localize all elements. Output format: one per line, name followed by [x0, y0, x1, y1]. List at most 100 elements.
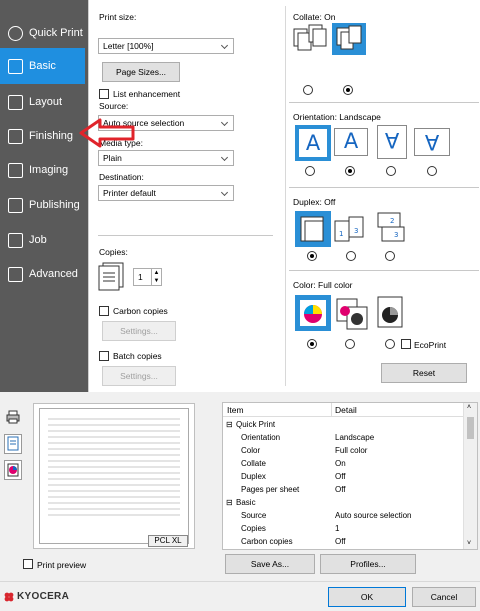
reset-button[interactable]: Reset — [381, 363, 467, 383]
document-icon[interactable] — [4, 434, 22, 454]
landscape-rotated-icon[interactable]: A — [414, 128, 450, 156]
grid-icon — [8, 94, 23, 110]
sidebar-item-quick-print[interactable]: Quick Print — [0, 15, 88, 51]
basic-settings-panel: Print size: Letter [100%] Page Sizes... … — [88, 0, 480, 392]
table-cell-detail: 1 — [335, 524, 340, 533]
full-color-radio[interactable] — [307, 339, 317, 349]
color-icon[interactable] — [4, 460, 22, 480]
sidebar-item-layout[interactable]: Layout — [0, 84, 88, 120]
table-cell-item: Duplex — [241, 472, 266, 481]
red-arrow-annotation — [79, 118, 135, 148]
portrait-icon[interactable]: A — [295, 125, 331, 161]
document-icon — [8, 58, 23, 74]
duplex-off-radio[interactable] — [307, 251, 317, 261]
sidebar-item-basic[interactable]: Basic — [0, 48, 85, 84]
duplex-short-edge-icon[interactable]: 2 3 — [372, 211, 408, 247]
batch-copies-checkbox[interactable] — [99, 351, 109, 361]
pdl-badge: PCL XL — [148, 535, 188, 547]
print-preview-checkbox[interactable] — [23, 559, 33, 569]
scroll-up-icon[interactable]: ˄ — [467, 404, 471, 411]
ecoprint-checkbox[interactable] — [401, 339, 411, 349]
table-cell-item: Basic — [236, 498, 256, 507]
scrollbar-thumb[interactable] — [467, 417, 474, 439]
divider — [289, 102, 479, 103]
destination-select[interactable]: Printer default — [98, 185, 234, 201]
column-header-detail[interactable]: Detail — [335, 405, 357, 415]
minus-icon: ⊟ — [226, 498, 233, 507]
auto-color-radio[interactable] — [345, 339, 355, 349]
brand-logo: KYOCERA — [4, 591, 69, 602]
duplex-long-edge-icon[interactable]: 1 3 — [333, 211, 369, 247]
copies-stepper[interactable]: 1 ▲ ▼ — [133, 268, 162, 286]
settings-summary-table: Item Detail ⊟ Quick Print Orientation Land… — [222, 402, 478, 550]
page-sizes-button[interactable]: Page Sizes... — [102, 62, 180, 82]
ok-button[interactable]: OK — [328, 587, 406, 607]
collate-off-radio[interactable] — [303, 85, 313, 95]
duplex-off-icon[interactable] — [295, 211, 331, 247]
orientation-portrait-radio[interactable] — [305, 166, 315, 176]
sidebar-item-finishing[interactable]: Finishing — [0, 118, 88, 154]
sidebar: Quick Print Basic Layout Finishing Imagi… — [0, 0, 88, 392]
collate-on-icon[interactable] — [332, 23, 366, 55]
sidebar-item-job[interactable]: Job — [0, 222, 88, 258]
color-label: Color: Full color — [293, 280, 353, 290]
duplex-short-edge-radio[interactable] — [385, 251, 395, 261]
scroll-down-icon[interactable]: ˅ — [467, 540, 471, 547]
print-size-label: Print size: — [99, 12, 137, 22]
black-and-white-icon[interactable] — [376, 295, 406, 331]
table-group-row[interactable]: ⊟ Quick Print — [223, 420, 463, 432]
table-header: Item Detail — [223, 403, 463, 417]
collate-label: Collate: On — [293, 12, 336, 22]
landscape-icon[interactable]: A — [334, 128, 368, 156]
sidebar-item-label: Advanced — [29, 268, 78, 280]
sidebar-item-label: Basic — [29, 60, 56, 72]
batch-settings-button[interactable]: Settings... — [102, 366, 176, 386]
sidebar-item-publishing[interactable]: Publishing — [0, 187, 88, 223]
column-header-item[interactable]: Item — [227, 405, 244, 415]
cancel-button[interactable]: Cancel — [412, 587, 476, 607]
collate-on-radio[interactable] — [343, 85, 353, 95]
orientation-portrait-rotated-radio[interactable] — [386, 166, 396, 176]
book-icon — [8, 197, 23, 213]
destination-label: Destination: — [99, 172, 144, 182]
svg-text:3: 3 — [354, 227, 358, 235]
table-cell-detail: Off — [335, 472, 346, 481]
duplex-long-edge-radio[interactable] — [346, 251, 356, 261]
table-row: Color Full color — [223, 446, 463, 458]
table-cell-item: Carbon copies — [241, 537, 293, 546]
table-cell-detail: Auto source selection — [335, 511, 412, 520]
list-enhancement-label: List enhancement — [113, 89, 181, 99]
vertical-scrollbar[interactable]: ˄ ˅ — [463, 403, 477, 549]
save-as-button[interactable]: Save As... — [225, 554, 315, 574]
collate-off-icon[interactable] — [293, 24, 329, 56]
printer-icon[interactable] — [6, 410, 20, 424]
media-type-select[interactable]: Plain — [98, 150, 234, 166]
table-cell-item: Quick Print — [236, 420, 276, 429]
auto-color-icon[interactable] — [335, 297, 369, 331]
orientation-landscape-rotated-radio[interactable] — [427, 166, 437, 176]
column-divider — [285, 6, 286, 386]
full-color-icon[interactable] — [295, 295, 331, 331]
profiles-button[interactable]: Profiles... — [320, 554, 416, 574]
sidebar-item-imaging[interactable]: Imaging — [0, 152, 88, 188]
sidebar-item-label: Finishing — [29, 130, 74, 142]
copies-icon — [98, 262, 124, 291]
clock-icon — [8, 25, 23, 41]
table-cell-detail: Off — [335, 485, 346, 494]
portrait-rotated-icon[interactable]: A — [377, 125, 407, 159]
carbon-settings-button[interactable]: Settings... — [102, 321, 176, 341]
carbon-copies-checkbox[interactable] — [99, 306, 109, 316]
table-row: Copies 1 — [223, 524, 463, 536]
stepper-arrows-icon[interactable]: ▲ ▼ — [151, 269, 161, 285]
table-group-row[interactable]: ⊟ Basic — [223, 498, 463, 510]
svg-text:1: 1 — [339, 230, 343, 238]
sidebar-item-advanced[interactable]: Advanced — [0, 256, 88, 292]
copies-value[interactable]: 1 — [138, 272, 143, 282]
print-size-select[interactable]: Letter [100%] — [98, 38, 234, 54]
list-enhancement-checkbox[interactable] — [99, 89, 109, 99]
orientation-landscape-radio[interactable] — [345, 166, 355, 176]
black-and-white-radio[interactable] — [385, 339, 395, 349]
divider — [289, 270, 479, 271]
svg-text:2: 2 — [390, 217, 394, 225]
print-preview-label: Print preview — [37, 560, 87, 570]
